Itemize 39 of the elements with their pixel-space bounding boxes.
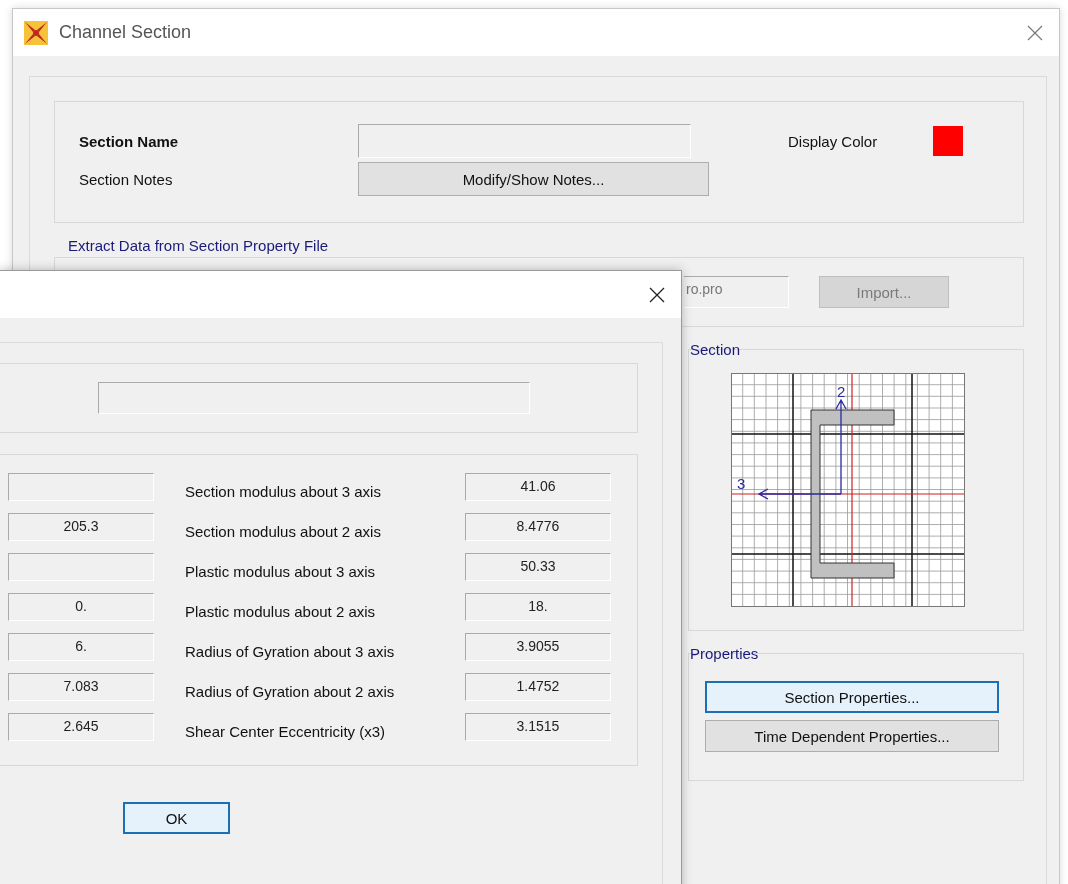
section-notes-label: Section Notes [79, 170, 174, 188]
value-field[interactable]: 205.3 [8, 513, 154, 541]
file-field[interactable]: ro.pro [684, 276, 789, 308]
value-field[interactable]: 3.1515 [465, 713, 611, 741]
modify-notes-button[interactable]: Modify/Show Notes... [358, 162, 709, 196]
value-field[interactable]: 7.083 [8, 673, 154, 701]
display-color-label: Display Color [788, 132, 878, 150]
value-field[interactable]: 3.9055 [465, 633, 611, 661]
channel-section-drawing: 2 3 [731, 373, 965, 607]
value-field[interactable]: 1.4752 [465, 673, 611, 701]
group-title: Extract Data from Section Property File [68, 237, 330, 254]
value-field[interactable]: 41.06 [465, 473, 611, 501]
properties-button[interactable]: Section Properties... [705, 681, 999, 713]
group-title: Section [690, 341, 742, 358]
close-icon[interactable] [649, 286, 665, 303]
value-field[interactable]: 0. [8, 593, 154, 621]
group-title: Properties [690, 645, 760, 662]
property-label: Shear Center Eccentricity (x3) [185, 722, 387, 742]
value-field[interactable]: 18. [465, 593, 611, 621]
value-field[interactable]: 6. [8, 633, 154, 661]
color-swatch[interactable] [933, 126, 964, 156]
value-field[interactable]: 50.33 [465, 553, 611, 581]
properties-button[interactable]: Time Dependent Properties... [705, 720, 999, 752]
value-field[interactable]: 8.4776 [465, 513, 611, 541]
value-field[interactable] [8, 553, 154, 581]
property-label: Plastic modulus about 3 axis [185, 562, 377, 582]
property-label: Radius of Gyration about 3 axis [185, 642, 396, 662]
property-label: Plastic modulus about 2 axis [185, 602, 377, 622]
property-label: Radius of Gyration about 2 axis [185, 682, 396, 702]
value-field[interactable] [8, 473, 154, 501]
text-field[interactable] [98, 382, 530, 414]
section-name-field[interactable] [358, 124, 691, 158]
app-icon [23, 19, 49, 46]
property-label: Section modulus about 2 axis [185, 522, 382, 542]
ok-button[interactable]: OK [123, 802, 230, 834]
window-title: Channel Section [59, 22, 193, 43]
property-label: Section modulus about 3 axis [185, 482, 382, 502]
value-field[interactable]: 2.645 [8, 713, 154, 741]
section-name-label: Section Name [79, 132, 180, 150]
